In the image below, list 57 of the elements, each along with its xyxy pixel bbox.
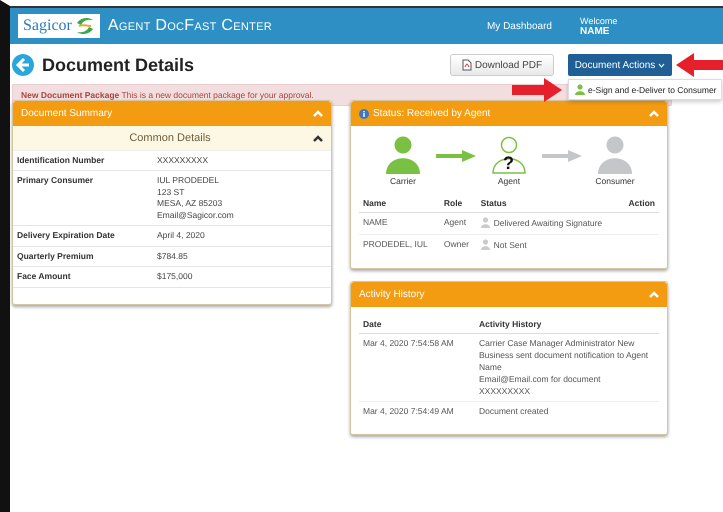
logo[interactable]: Sagicor — [18, 14, 100, 38]
person-icon — [480, 239, 490, 250]
download-pdf-button[interactable]: Download PDF — [450, 54, 554, 76]
table-cell: Agent — [440, 212, 477, 234]
stage-label: Carrier — [390, 176, 416, 186]
table-cell: Delivered Awaiting Signature — [494, 218, 602, 228]
column-header: Role — [440, 194, 477, 212]
column-header: Status — [476, 194, 621, 212]
alert-message: New Document Package This is a new document package for your approval. — [21, 90, 314, 100]
field-value: $175,000 — [157, 271, 192, 283]
table-cell: Mar 4, 2020 7:54:49 AM — [363, 406, 454, 416]
welcome-label: Welcome — [580, 16, 618, 26]
table-cell-text: Carrier Case Manager Administrator New Business sent document notification to Agent Name Email@Email.com for document XXXXXXXXX — [479, 338, 650, 398]
table-cell: Mar 4, 2020 7:54:58 AM — [363, 338, 454, 348]
field-label: Face Amount — [17, 271, 72, 283]
field-value: $784.85 — [157, 250, 188, 262]
logo-text: Sagicor — [23, 17, 72, 35]
section-title: Common Details — [128, 132, 212, 144]
panel-title: Document Summary — [21, 108, 114, 119]
document-actions-button[interactable]: Document Actions — [568, 54, 672, 76]
column-header: Name — [359, 194, 440, 212]
field-value: April 4, 2020 — [157, 230, 205, 242]
table-cell-text: Document created — [479, 406, 550, 418]
arrow-icon — [436, 150, 476, 162]
pdf-icon — [462, 59, 472, 71]
info-icon — [359, 108, 369, 118]
table-cell: Not Sent — [494, 240, 527, 250]
field-label: Primary Consumer — [17, 175, 94, 188]
column-header: Action — [620, 194, 659, 212]
page-title: Document Details — [42, 54, 194, 76]
arrow-icon — [542, 150, 582, 162]
field-label: Identification Number — [17, 155, 106, 166]
table-cell: PRODEDEL, IUL — [359, 234, 440, 256]
menu-item[interactable]: e-Sign and e-Deliver to Consumer — [569, 80, 721, 99]
panel-title: Activity History — [359, 289, 426, 300]
panel-title: Status: Received by Agent — [373, 108, 492, 119]
app-title: Agent DocFast Center — [108, 17, 272, 35]
user-name: NAME — [580, 26, 610, 36]
stage-label: Agent — [498, 176, 520, 186]
table-cell: NAME — [359, 212, 440, 234]
collapse-icon[interactable] — [313, 134, 323, 142]
back-icon[interactable] — [12, 54, 34, 76]
person-icon — [575, 84, 585, 95]
dashboard-link[interactable]: My Dashboard — [486, 20, 552, 32]
arrow-icon — [512, 78, 562, 102]
field-label: Quarterly Premium — [17, 250, 95, 262]
arrow-icon — [676, 53, 723, 77]
field-value: XXXXXXXXX — [157, 155, 208, 166]
person-icon — [480, 217, 490, 228]
caret-icon — [658, 62, 666, 68]
field-label: Delivery Expiration Date — [17, 230, 116, 242]
field-value: IUL PRODEDEL 123 ST MESA, AZ 85203 Email@Sagicor.com — [157, 175, 234, 222]
stage-label: Consumer — [595, 176, 635, 186]
leaf-icon — [74, 17, 95, 35]
column-header: Activity History — [475, 315, 659, 334]
column-header: Date — [359, 315, 475, 334]
table-cell: Owner — [440, 234, 477, 256]
